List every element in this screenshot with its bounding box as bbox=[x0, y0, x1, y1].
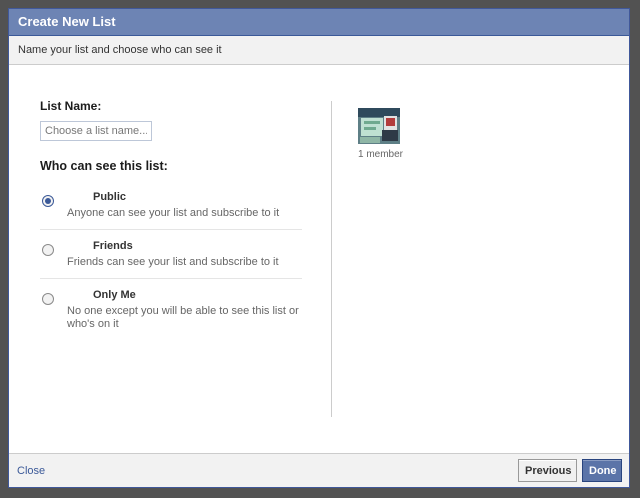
visibility-option-only-me[interactable]: Only Me No one except you will be able t… bbox=[40, 279, 302, 339]
dialog-title: Create New List bbox=[9, 9, 629, 36]
dialog-footer: Close Previous Done bbox=[9, 453, 629, 487]
visibility-option-friends[interactable]: Friends Friends can see your list and su… bbox=[40, 230, 302, 279]
option-description: No one except you will be able to see th… bbox=[67, 305, 299, 330]
list-settings-form: List Name: Who can see this list: Public… bbox=[40, 99, 302, 339]
option-title: Only Me bbox=[93, 289, 136, 301]
dialog-body: List Name: Who can see this list: Public… bbox=[9, 65, 629, 462]
create-list-dialog: Create New List Name your list and choos… bbox=[8, 8, 630, 488]
only-me-radio[interactable] bbox=[42, 293, 54, 305]
public-radio[interactable] bbox=[42, 195, 54, 207]
member-count: 1 member bbox=[358, 149, 404, 160]
visibility-label: Who can see this list: bbox=[40, 159, 168, 173]
list-name-input[interactable] bbox=[40, 121, 152, 141]
visibility-option-public[interactable]: Public Anyone can see your list and subs… bbox=[40, 181, 302, 230]
close-link[interactable]: Close bbox=[17, 465, 45, 477]
option-title: Friends bbox=[93, 240, 133, 252]
column-divider bbox=[331, 101, 332, 417]
radio-selected-dot bbox=[45, 198, 51, 204]
previous-button[interactable]: Previous bbox=[518, 459, 577, 482]
list-name-label: List Name: bbox=[40, 99, 102, 113]
option-description: Friends can see your list and subscribe … bbox=[67, 256, 279, 268]
dialog-subtitle: Name your list and choose who can see it bbox=[9, 36, 629, 65]
members-panel: 1 member bbox=[358, 108, 403, 160]
option-title: Public bbox=[93, 191, 127, 203]
done-button[interactable]: Done bbox=[582, 459, 622, 482]
option-description: Anyone can see your list and subscribe t… bbox=[67, 207, 280, 219]
member-avatar-icon[interactable] bbox=[358, 108, 400, 144]
friends-radio[interactable] bbox=[42, 244, 54, 256]
